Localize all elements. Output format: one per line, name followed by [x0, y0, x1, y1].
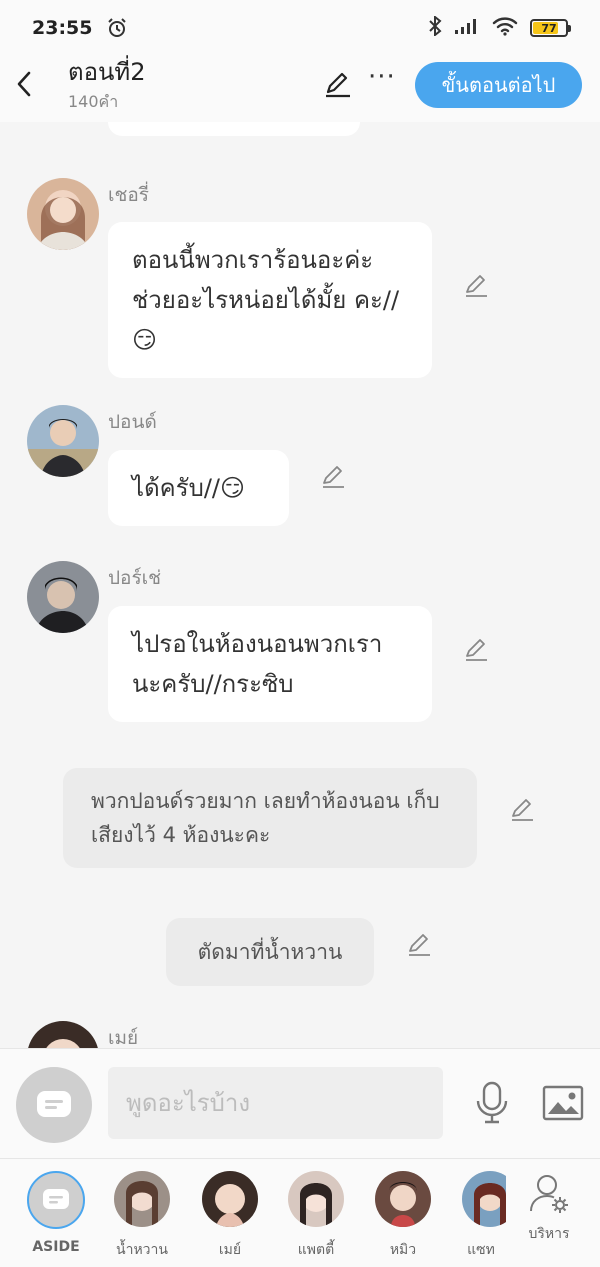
character-name: บริหาร	[528, 1226, 570, 1242]
pencil-icon	[466, 639, 487, 661]
battery-level: 77	[541, 21, 557, 35]
character-name: น้ำหวาน	[116, 1242, 168, 1258]
user-settings-icon	[530, 1175, 568, 1213]
avatar[interactable]	[27, 561, 99, 633]
next-step-button[interactable]: ขั้นตอนต่อไป	[415, 62, 582, 108]
avatar	[114, 1171, 170, 1227]
aside-avatar	[27, 1171, 85, 1229]
pencil-icon	[326, 72, 350, 98]
chevron-left-icon	[17, 71, 31, 97]
avatar	[462, 1171, 506, 1227]
character-name: เมย์	[218, 1242, 242, 1258]
character-item[interactable]: น้ำหวาน	[110, 1171, 174, 1261]
previous-bubble	[108, 122, 360, 136]
pencil-icon	[512, 799, 533, 821]
character-aside[interactable]: ASIDE	[24, 1171, 88, 1255]
avatar[interactable]	[27, 405, 99, 477]
input-bar	[0, 1048, 600, 1158]
chat-bubble-icon	[43, 1189, 69, 1209]
avatar	[202, 1171, 258, 1227]
pencil-icon	[466, 275, 487, 297]
narration-bubble[interactable]: ตัดมาที่น้ำหวาน	[166, 918, 374, 986]
chat-bubble-icon	[37, 1091, 71, 1117]
image-button[interactable]	[542, 1085, 584, 1125]
character-item[interactable]: หมิว	[371, 1171, 435, 1261]
title-block: ตอนที่2 140คำ	[68, 56, 146, 115]
sender-name: ปอนด์	[108, 411, 157, 433]
battery-icon: 77	[530, 19, 571, 37]
character-item[interactable]: แพตตี้	[284, 1171, 348, 1261]
manage-characters-button[interactable]: บริหาร	[517, 1171, 581, 1245]
word-count: 140คำ	[68, 92, 119, 111]
chat-area[interactable]: เชอรี่ ตอนนี้พวกเราร้อนอะค่ะ ช่วยอะไรหน่…	[0, 122, 600, 1048]
edit-narration-button[interactable]	[405, 930, 433, 962]
character-item[interactable]: เมย์	[198, 1171, 262, 1261]
avatar	[288, 1171, 344, 1227]
pencil-icon	[323, 466, 344, 488]
narration-bubble[interactable]: พวกปอนด์รวยมาก เลยทำห้องนอน เก็บเสียงไว้…	[63, 768, 477, 868]
avatar[interactable]	[27, 178, 99, 250]
character-item[interactable]: แซท	[456, 1171, 506, 1261]
sender-name: ปอร์เช่	[108, 567, 162, 589]
status-time: 23:55	[32, 17, 93, 39]
microphone-icon	[476, 1081, 508, 1124]
message-input[interactable]	[108, 1067, 443, 1139]
voice-button[interactable]	[474, 1081, 510, 1129]
avatar[interactable]	[27, 1021, 99, 1048]
character-bar: ASIDE น้ำหวาน เมย์ แพตตี้ หมิว แซท บริหา…	[0, 1158, 600, 1267]
sender-name: เชอรี่	[108, 184, 150, 206]
episode-title: ตอนที่2	[68, 58, 146, 86]
more-options-button[interactable]: ···	[368, 62, 396, 92]
alarm-icon	[106, 17, 128, 39]
character-name: หมิว	[389, 1242, 417, 1258]
back-button[interactable]	[16, 66, 40, 102]
edit-message-button[interactable]	[462, 635, 490, 667]
message-bubble[interactable]: ไปรอในห้องนอนพวกเรา นะครับ//กระซิบ	[108, 606, 432, 722]
edit-message-button[interactable]	[319, 462, 347, 494]
signal-icon	[454, 17, 480, 39]
character-name: ASIDE	[32, 1239, 80, 1255]
status-bar: 23:55 77	[0, 0, 600, 56]
character-name: แพตตี้	[297, 1242, 335, 1258]
message-bubble[interactable]: ตอนนี้พวกเราร้อนอะค่ะ ช่วยอะไรหน่อยได้มั…	[108, 222, 432, 378]
avatar	[375, 1171, 431, 1227]
edit-message-button[interactable]	[462, 271, 490, 303]
sender-name: เมย์	[108, 1027, 139, 1048]
edit-narration-button[interactable]	[508, 795, 536, 827]
pencil-icon	[409, 934, 430, 956]
message-bubble[interactable]: ได้ครับ//😏	[108, 450, 289, 526]
bluetooth-icon	[428, 14, 442, 40]
image-icon	[542, 1085, 584, 1121]
character-name: แซท	[467, 1242, 495, 1258]
edit-title-button[interactable]	[322, 68, 354, 104]
wifi-icon	[492, 16, 518, 40]
aside-toggle-button[interactable]	[16, 1067, 92, 1143]
header: ตอนที่2 140คำ ··· ขั้นตอนต่อไป	[0, 56, 600, 122]
